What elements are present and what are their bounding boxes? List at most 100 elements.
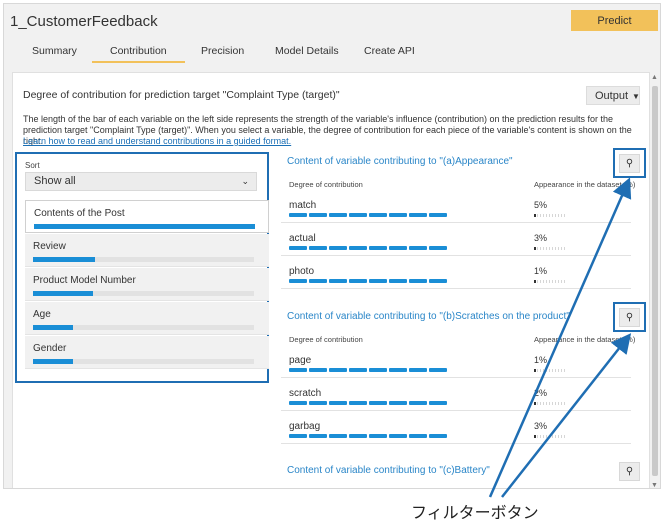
tab-precision[interactable]: Precision	[201, 45, 244, 57]
variable-item[interactable]: Review	[25, 234, 269, 267]
appearance-bar-fill	[534, 247, 536, 250]
contribution-bar	[34, 224, 255, 229]
contribution-segment	[289, 213, 307, 217]
variable-label: Product Model Number	[33, 275, 136, 286]
contribution-segment	[369, 279, 387, 283]
chevron-down-icon: ▼	[632, 91, 640, 101]
scrollbar-thumb[interactable]	[652, 86, 658, 476]
column-header-contribution: Degree of contribution	[289, 335, 363, 344]
contribution-segment	[409, 401, 427, 405]
appearance-bar	[534, 369, 566, 372]
filter-button[interactable]: ⚲	[619, 462, 640, 481]
appearance-bar	[534, 214, 566, 217]
contribution-segment	[409, 368, 427, 372]
row-label: match	[289, 200, 317, 211]
filter-button[interactable]: ⚲	[619, 308, 640, 327]
tab-bar: Summary Contribution Precision Model Det…	[4, 40, 660, 64]
row-label: page	[289, 355, 312, 366]
filter-button[interactable]: ⚲	[619, 154, 640, 173]
contribution-segment	[309, 246, 327, 250]
contribution-segment	[389, 434, 407, 438]
contribution-segment	[349, 401, 367, 405]
contribution-segment	[429, 401, 447, 405]
contribution-segment	[289, 368, 307, 372]
scrollbar[interactable]: ▲ ▼	[650, 72, 660, 488]
table-row[interactable]: match 5%	[281, 190, 631, 223]
contribution-segment	[349, 213, 367, 217]
contribution-bar-fill	[33, 359, 73, 364]
table-row[interactable]: scratch 2%	[281, 378, 631, 411]
contribution-bar-fill	[33, 291, 93, 296]
variable-label: Review	[33, 241, 66, 252]
contribution-segments	[289, 434, 447, 438]
variable-label: Contents of the Post	[34, 208, 125, 219]
appearance-percent: 5%	[534, 200, 548, 210]
contribution-segment	[289, 246, 307, 250]
scroll-down-icon[interactable]: ▼	[651, 482, 658, 488]
sort-selected-value: Show all	[34, 175, 76, 187]
column-header-contribution: Degree of contribution	[289, 180, 363, 189]
contribution-panel: Degree of contribution for prediction ta…	[12, 72, 650, 488]
contribution-segment	[349, 434, 367, 438]
contribution-bar	[33, 359, 254, 364]
appearance-bar	[534, 247, 566, 250]
table-row[interactable]: page 1%	[281, 345, 631, 378]
contribution-segment	[309, 213, 327, 217]
variable-label: Age	[33, 309, 51, 320]
contribution-segments	[289, 368, 447, 372]
contribution-segment	[369, 401, 387, 405]
row-label: actual	[289, 233, 316, 244]
variable-item[interactable]: Gender	[25, 336, 269, 369]
table-row[interactable]: photo 1%	[281, 256, 631, 289]
predict-button[interactable]: Predict	[571, 10, 658, 31]
section-title: Content of variable contributing to "(c)…	[287, 465, 490, 476]
sort-select[interactable]: Show all ⌄	[25, 172, 257, 191]
table-row[interactable]: actual 3%	[281, 223, 631, 256]
app-window: 1_CustomerFeedback Predict Summary Contr…	[3, 3, 661, 489]
contribution-segment	[369, 246, 387, 250]
contribution-segment	[389, 246, 407, 250]
learn-link[interactable]: Learn how to read and understand contrib…	[23, 136, 291, 146]
contribution-segment	[409, 213, 427, 217]
variable-item[interactable]: Product Model Number	[25, 268, 269, 301]
column-header-appearance: Appearance in the dataset (%)	[534, 335, 636, 344]
output-dropdown[interactable]: Output ▼	[586, 86, 640, 105]
row-label: photo	[289, 266, 315, 277]
contribution-segment	[429, 279, 447, 283]
contribution-segments	[289, 246, 447, 250]
appearance-percent: 3%	[534, 421, 548, 431]
contribution-bar-fill	[34, 224, 255, 229]
output-label: Output	[595, 89, 629, 102]
contribution-segment	[309, 368, 327, 372]
contribution-segment	[329, 434, 347, 438]
contribution-heading: Degree of contribution for prediction ta…	[23, 89, 340, 101]
variable-label: Gender	[33, 343, 67, 354]
contribution-segment	[309, 401, 327, 405]
appearance-percent: 1%	[534, 355, 548, 365]
table-row[interactable]: garbag 3%	[281, 411, 631, 444]
contribution-bar	[33, 291, 254, 296]
contribution-segment	[289, 434, 307, 438]
appearance-bar	[534, 435, 566, 438]
section-title: Content of variable contributing to "(b)…	[287, 311, 570, 322]
contribution-segment	[309, 434, 327, 438]
contribution-segment	[289, 401, 307, 405]
contribution-segment	[369, 213, 387, 217]
tab-create-api[interactable]: Create API	[364, 45, 415, 57]
variable-item[interactable]: Age	[25, 302, 269, 335]
contribution-bar	[33, 325, 254, 330]
tab-model-details[interactable]: Model Details	[275, 45, 339, 57]
contribution-segment	[389, 279, 407, 283]
appearance-percent: 3%	[534, 233, 548, 243]
tab-contribution[interactable]: Contribution	[92, 45, 185, 63]
contribution-segment	[389, 213, 407, 217]
scroll-up-icon[interactable]: ▲	[651, 74, 658, 81]
contribution-segments	[289, 401, 447, 405]
contribution-segment	[329, 213, 347, 217]
appearance-bar-fill	[534, 435, 536, 438]
tab-summary[interactable]: Summary	[32, 45, 77, 57]
filter-icon: ⚲	[625, 312, 634, 323]
variable-item[interactable]: Contents of the Post	[25, 200, 269, 233]
contribution-segment	[329, 368, 347, 372]
contribution-segment	[409, 246, 427, 250]
